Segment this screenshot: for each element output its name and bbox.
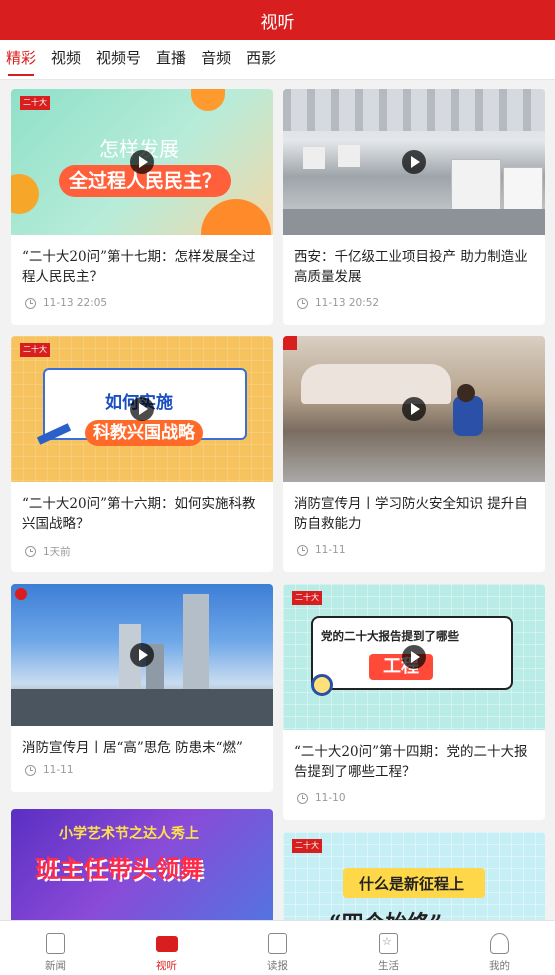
video-title[interactable]: “二十大20问”第十七期：怎样发展全过程人民民主？ [11,235,273,291]
thumbnail-text: 党的二十大报告提到了哪些 [321,629,459,643]
video-title[interactable]: 消防宣传月丨居“高”思危 防患未“燃” [11,726,273,758]
thumbnail-text: 什么是新征程上 [359,875,465,893]
clock-icon [25,764,36,776]
clock-icon [25,546,36,557]
video-card[interactable]: 二十大 如何实施 科教兴国战略 “二十大20问”第十六期：如何实施科教兴国战略？… [11,336,273,572]
video-meta: 11-10 [283,786,545,804]
nav-life[interactable]: 生活 [333,921,444,975]
clock-icon [297,297,308,309]
video-time: 11-13 22:05 [43,297,108,309]
video-thumbnail[interactable]: 小学艺术节之达人秀上 班主任带头领舞 [11,809,273,920]
nav-label: 视听 [156,960,177,972]
nav-news[interactable]: 新闻 [0,921,111,975]
clock-icon [297,792,308,804]
video-card[interactable]: 二十大 什么是新征程上 “四个始终” [283,832,545,920]
app-header: 视听 [0,0,555,40]
nav-video[interactable]: 视听 [111,921,222,975]
profile-icon [490,933,509,954]
video-card[interactable]: 消防宣传月丨学习防火安全知识 提升自防自救能力 11-11 [283,336,545,572]
logo-badge: 二十大 [292,839,322,853]
bottom-navigation: 新闻 视听 读报 生活 我的 [0,920,555,975]
play-icon[interactable] [130,150,154,174]
play-icon[interactable] [130,643,154,667]
page-title: 视听 [260,12,295,33]
video-thumbnail[interactable] [283,336,545,482]
clock-icon [297,544,308,556]
nav-profile[interactable]: 我的 [444,921,555,975]
play-icon[interactable] [402,645,426,669]
video-feed[interactable]: 二十大 怎样发展 全过程人民民主？ “二十大20问”第十七期：怎样发展全过程人民… [0,80,555,920]
video-meta: 1天前 [11,538,273,559]
play-icon[interactable] [402,150,426,174]
tab-jingcai[interactable]: 精彩 [6,47,36,76]
tab-xiying[interactable]: 西影 [246,47,276,72]
video-card[interactable]: 小学艺术节之达人秀上 班主任带头领舞 [11,809,273,920]
video-thumbnail[interactable] [11,584,273,726]
play-icon[interactable] [130,397,154,421]
clock-icon [25,297,36,309]
logo-badge: 二十大 [292,591,322,605]
video-time: 11-10 [315,792,346,804]
video-icon [155,936,178,952]
thumbnail-text: “四个始终” [329,906,442,920]
thumbnail-text: 小学艺术节之达人秀上 [59,826,199,842]
video-thumbnail[interactable]: 二十大 如何实施 科教兴国战略 [11,336,273,482]
video-meta: 11-11 [11,758,273,776]
video-time: 1天前 [43,546,71,558]
logo-badge: 二十大 [20,343,50,357]
video-meta: 11-13 20:52 [283,291,545,309]
video-card[interactable]: 二十大 党的二十大报告提到了哪些 工程 “二十大20问”第十四期：党的二十大报告… [283,584,545,820]
thumbnail-text: 班主任带头领舞 [35,854,203,883]
life-icon [379,933,398,954]
news-icon [46,933,65,954]
video-time: 11-11 [315,544,346,556]
play-icon[interactable] [402,397,426,421]
video-title[interactable]: 消防宣传月丨学习防火安全知识 提升自防自救能力 [283,482,545,538]
nav-label: 读报 [267,960,288,972]
category-tabs: 精彩 视频 视频号 直播 音频 西影 [0,40,555,80]
video-thumbnail[interactable] [283,89,545,235]
logo-badge: 二十大 [20,96,50,110]
video-title[interactable]: “二十大20问”第十四期：党的二十大报告提到了哪些工程？ [283,730,545,786]
video-thumbnail[interactable]: 二十大 党的二十大报告提到了哪些 工程 [283,584,545,730]
nav-newspaper[interactable]: 读报 [222,921,333,975]
video-card[interactable]: 二十大 怎样发展 全过程人民民主？ “二十大20问”第十七期：怎样发展全过程人民… [11,89,273,325]
video-time: 11-11 [43,764,74,776]
thumbnail-text: 科教兴国战略 [85,420,203,446]
tab-video-channel[interactable]: 视频号 [96,47,141,72]
video-title[interactable]: 西安：千亿级工业项目投产 助力制造业高质量发展 [283,235,545,291]
video-thumbnail[interactable]: 二十大 什么是新征程上 “四个始终” [283,832,545,920]
nav-label: 新闻 [45,960,66,972]
video-card[interactable]: 西安：千亿级工业项目投产 助力制造业高质量发展 11-13 20:52 [283,89,545,325]
video-meta: 11-11 [283,538,545,556]
nav-label: 我的 [489,960,510,972]
video-meta: 11-13 22:05 [11,291,273,309]
tab-live[interactable]: 直播 [156,47,186,72]
tab-audio[interactable]: 音频 [201,47,231,72]
video-title[interactable]: “二十大20问”第十六期：如何实施科教兴国战略？ [11,482,273,538]
video-thumbnail[interactable]: 二十大 怎样发展 全过程人民民主？ [11,89,273,235]
nav-label: 生活 [378,960,399,972]
newspaper-icon [268,933,287,954]
tab-video[interactable]: 视频 [51,47,81,72]
video-card[interactable]: 消防宣传月丨居“高”思危 防患未“燃” 11-11 [11,584,273,792]
video-time: 11-13 20:52 [315,297,380,309]
